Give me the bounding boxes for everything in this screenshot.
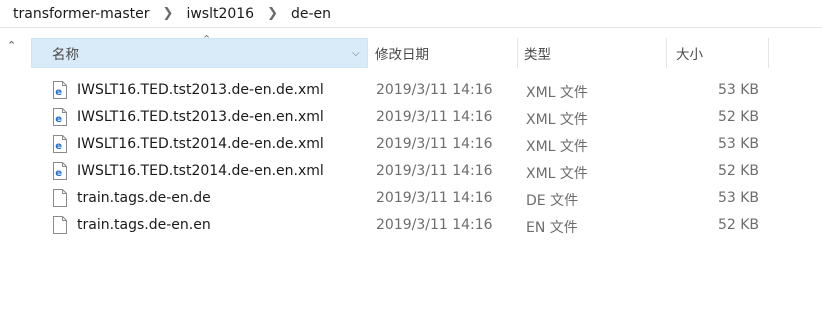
svg-text:e: e [55, 168, 62, 179]
chevron-right-icon[interactable]: ❯ [163, 6, 174, 21]
file-date: 2019/3/11 14:16 [376, 82, 493, 98]
file-size: 53 KB [717, 190, 759, 206]
file-size: 52 KB [717, 163, 759, 179]
chevron-right-icon[interactable]: ❯ [267, 6, 278, 21]
file-date: 2019/3/11 14:16 [376, 217, 493, 233]
column-header-name-label: 名称 [52, 47, 79, 63]
file-name: IWSLT16.TED.tst2013.de-en.de.xml [77, 82, 324, 98]
file-type: XML 文件 [526, 166, 588, 182]
breadcrumb: transformer-master ❯ iwslt2016 ❯ de-en [0, 0, 822, 28]
file-type: XML 文件 [526, 85, 588, 101]
chevron-down-icon[interactable]: ⌵ [352, 48, 360, 59]
file-type: XML 文件 [526, 139, 588, 155]
file-date: 2019/3/11 14:16 [376, 190, 493, 206]
file-date: 2019/3/11 14:16 [376, 163, 493, 179]
file-list: e IWSLT16.TED.tst2013.de-en.de.xml 2019/… [31, 77, 771, 239]
file-name: IWSLT16.TED.tst2013.de-en.en.xml [77, 109, 324, 125]
file-row[interactable]: train.tags.de-en.de 2019/3/11 14:16 DE 文… [31, 185, 771, 212]
edge-xml-file-icon: e [53, 162, 67, 180]
column-header-date-label: 修改日期 [375, 47, 429, 63]
chevron-up-icon[interactable]: ⌃ [7, 39, 16, 52]
file-row[interactable]: e IWSLT16.TED.tst2014.de-en.en.xml 2019/… [31, 158, 771, 185]
blank-file-icon [53, 216, 67, 234]
svg-text:e: e [55, 141, 62, 152]
file-size: 53 KB [717, 136, 759, 152]
file-type: DE 文件 [526, 193, 579, 209]
column-header-name[interactable]: ⌃ 名称 ⌵ [31, 33, 368, 68]
edge-xml-file-icon: e [53, 135, 67, 153]
file-date: 2019/3/11 14:16 [376, 109, 493, 125]
edge-xml-file-icon: e [53, 81, 67, 99]
breadcrumb-item-de-en[interactable]: de-en [289, 6, 333, 22]
file-name: IWSLT16.TED.tst2014.de-en.en.xml [77, 163, 324, 179]
column-header-type-label: 类型 [524, 47, 551, 63]
file-type: XML 文件 [526, 112, 588, 128]
sort-ascending-icon: ⌃ [202, 33, 212, 46]
column-header-type[interactable]: 类型 [518, 38, 666, 68]
file-row[interactable]: train.tags.de-en.en 2019/3/11 14:16 EN 文… [31, 212, 771, 239]
edge-xml-file-icon: e [53, 108, 67, 126]
file-name: train.tags.de-en.de [77, 190, 211, 206]
file-size: 53 KB [717, 82, 759, 98]
file-row[interactable]: e IWSLT16.TED.tst2014.de-en.de.xml 2019/… [31, 131, 771, 158]
file-name: train.tags.de-en.en [77, 217, 211, 233]
svg-text:e: e [55, 87, 62, 98]
column-divider[interactable] [768, 38, 769, 68]
navigation-pane [0, 29, 30, 313]
file-size: 52 KB [717, 217, 759, 233]
file-row[interactable]: e IWSLT16.TED.tst2013.de-en.en.xml 2019/… [31, 104, 771, 131]
file-name: IWSLT16.TED.tst2014.de-en.de.xml [77, 136, 324, 152]
file-type: EN 文件 [526, 220, 578, 236]
column-header-row: ⌃ 名称 ⌵ 修改日期 类型 大小 [31, 33, 771, 68]
file-row[interactable]: e IWSLT16.TED.tst2013.de-en.de.xml 2019/… [31, 77, 771, 104]
breadcrumb-item-transformer-master[interactable]: transformer-master [11, 6, 152, 22]
column-header-size[interactable]: 大小 [667, 38, 769, 68]
column-header-size-label: 大小 [676, 47, 703, 63]
file-date: 2019/3/11 14:16 [376, 136, 493, 152]
breadcrumb-item-iwslt2016[interactable]: iwslt2016 [184, 6, 256, 22]
svg-text:e: e [55, 114, 62, 125]
blank-file-icon [53, 189, 67, 207]
column-header-date[interactable]: 修改日期 [369, 38, 517, 68]
file-size: 52 KB [717, 109, 759, 125]
